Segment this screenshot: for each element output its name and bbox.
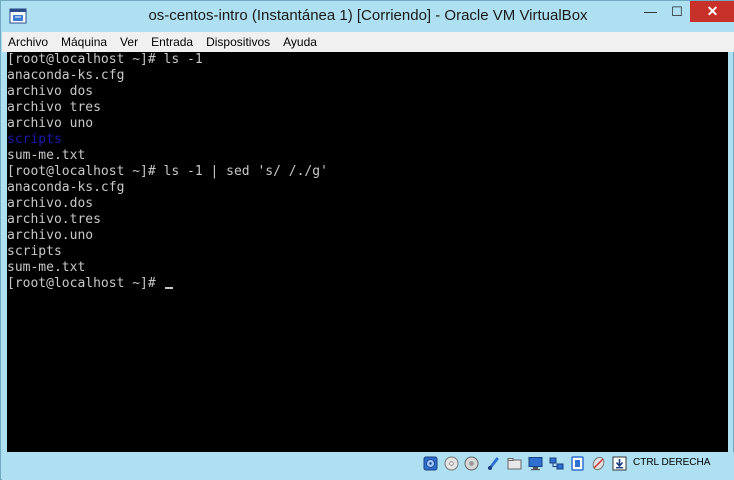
host-key-label: CTRL DERECHA [633, 457, 711, 468]
text-cursor [164, 287, 173, 289]
console-line: sum-me.txt [7, 148, 86, 163]
optical-drive-icon[interactable] [444, 456, 459, 471]
console-prompt: [root@localhost ~]# [7, 276, 164, 291]
console-line: [root@localhost ~]# ls -1 | sed 's/ /./g… [7, 164, 328, 179]
console-line-directory: scripts [7, 132, 62, 147]
console-line: anaconda-ks.cfg [7, 180, 125, 195]
status-bar: CTRL DERECHA [2, 452, 734, 480]
shared-folder-icon[interactable] [507, 456, 522, 471]
console-prompt-line: [root@localhost ~]# [7, 276, 173, 292]
console-line: [root@localhost ~]# ls -1 [7, 52, 203, 67]
network-icon[interactable] [549, 456, 564, 471]
console-line: archivo tres [7, 100, 101, 115]
host-key-arrow-icon[interactable] [612, 456, 627, 471]
console-line: archivo.dos [7, 196, 94, 211]
menu-entrada[interactable]: Entrada [151, 35, 193, 49]
menu-ver[interactable]: Ver [120, 35, 138, 49]
console-line: archivo.uno [7, 228, 94, 243]
menu-maquina[interactable]: Máquina [61, 35, 107, 49]
console-line: anaconda-ks.cfg [7, 68, 125, 83]
title-bar[interactable]: os-centos-intro (Instantánea 1) [Corrien… [1, 1, 734, 32]
usb-icon[interactable] [486, 456, 501, 471]
mouse-integration-icon[interactable] [591, 456, 606, 471]
hard-disk-icon[interactable] [423, 456, 438, 471]
virtualbox-window: os-centos-intro (Instantánea 1) [Corrien… [0, 0, 734, 480]
minimize-button[interactable]: — [637, 1, 664, 22]
console-line: archivo uno [7, 116, 94, 131]
console-line: sum-me.txt [7, 260, 86, 275]
guest-console[interactable]: [root@localhost ~]# ls -1 anaconda-ks.cf… [7, 52, 728, 452]
menu-ayuda[interactable]: Ayuda [283, 35, 317, 49]
display-icon[interactable] [528, 456, 543, 471]
video-capture-icon[interactable] [570, 456, 585, 471]
close-button[interactable]: ✕ [690, 1, 734, 22]
floppy-disk-icon[interactable] [464, 456, 479, 471]
maximize-button[interactable]: ☐ [664, 1, 690, 22]
menu-bar: Archivo Máquina Ver Entrada Dispositivos… [2, 32, 734, 52]
menu-archivo[interactable]: Archivo [8, 35, 48, 49]
window-title: os-centos-intro (Instantánea 1) [Corrien… [148, 7, 588, 24]
console-line: archivo.tres [7, 212, 101, 227]
console-line: scripts [7, 244, 62, 259]
console-line: archivo dos [7, 84, 94, 99]
menu-dispositivos[interactable]: Dispositivos [206, 35, 270, 49]
